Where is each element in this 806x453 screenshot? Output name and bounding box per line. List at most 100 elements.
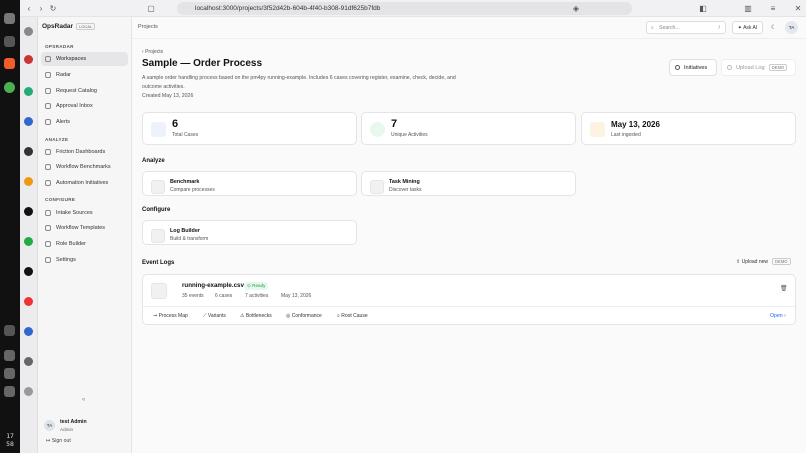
page-title: Sample — Order Process bbox=[142, 58, 263, 69]
vertical-tabs bbox=[20, 17, 38, 453]
reload-icon[interactable]: ↻ bbox=[48, 4, 58, 13]
intake-icon bbox=[45, 210, 51, 216]
benchmark-card[interactable]: Benchmark Compare processes bbox=[142, 171, 357, 196]
back-icon[interactable]: ‹ bbox=[24, 4, 34, 13]
stat-label: Last ingested bbox=[611, 132, 641, 138]
initiatives-icon bbox=[675, 65, 680, 70]
tab-favicon[interactable] bbox=[24, 27, 33, 36]
log-builder-icon bbox=[151, 229, 165, 243]
stat-value: 7 bbox=[391, 118, 398, 130]
open-log-link[interactable]: Open › bbox=[770, 313, 786, 319]
collapse-sidebar-icon[interactable]: « bbox=[82, 397, 85, 403]
chrome-icon[interactable] bbox=[4, 82, 15, 93]
page-description: A sample order handling process based on… bbox=[142, 75, 456, 90]
sidebar-item-automation-initiatives[interactable]: Automation Initiatives bbox=[41, 176, 128, 190]
split-view-icon[interactable]: ▥ bbox=[743, 4, 753, 13]
terminal-icon[interactable] bbox=[4, 36, 15, 47]
demo-badge: DEMO bbox=[772, 258, 791, 265]
extensions-icon[interactable]: ◧ bbox=[698, 4, 708, 13]
sidebar-item-workflow-templates[interactable]: Workflow Templates bbox=[41, 221, 128, 235]
stat-card-unique-activities: 7 Unique Activities bbox=[361, 112, 576, 145]
forward-icon[interactable]: › bbox=[36, 4, 46, 13]
role-icon bbox=[45, 241, 51, 247]
tab-favicon[interactable] bbox=[24, 177, 33, 186]
sidebar-item-radar[interactable]: Radar bbox=[41, 68, 128, 82]
tab-favicon[interactable] bbox=[24, 147, 33, 156]
check-circle-icon bbox=[370, 122, 385, 137]
bookmark-icon[interactable]: ▢ bbox=[146, 4, 156, 13]
upload-new-button[interactable]: ⇪ Upload new DEMO bbox=[736, 258, 791, 265]
search-icon: ⌕ bbox=[651, 25, 654, 31]
network-icon bbox=[4, 350, 15, 361]
tab-favicon[interactable] bbox=[24, 207, 33, 216]
section-configure: CONFIGURE bbox=[45, 197, 76, 202]
log-activities: 7 activities bbox=[245, 293, 269, 299]
tab-favicon[interactable] bbox=[24, 117, 33, 126]
menu-icon[interactable]: ≡ bbox=[768, 4, 778, 13]
event-logs-heading: Event Logs bbox=[142, 260, 175, 266]
tab-favicon[interactable] bbox=[24, 327, 33, 336]
avatar: TA bbox=[44, 420, 55, 431]
variants-link[interactable]: ⟋ Variants bbox=[203, 313, 226, 319]
app-icon[interactable] bbox=[4, 13, 15, 24]
tab-favicon[interactable] bbox=[24, 297, 33, 306]
new-tab-icon[interactable] bbox=[24, 387, 33, 396]
dashboard-icon bbox=[45, 149, 51, 155]
log-file-name[interactable]: running-example.csv bbox=[182, 282, 244, 289]
breadcrumb[interactable]: Projects bbox=[138, 24, 158, 30]
local-badge: LOCAL bbox=[76, 23, 96, 30]
volume-icon bbox=[4, 386, 15, 397]
task-mining-card[interactable]: Task Mining Discover tasks bbox=[361, 171, 576, 196]
sidebar-item-intake-sources[interactable]: Intake Sources bbox=[41, 206, 128, 220]
page-header: Projects ⌕ Search... / ✦ Ask AI ☾ TA bbox=[132, 17, 806, 39]
sidebar-item-alerts[interactable]: Alerts bbox=[41, 115, 128, 129]
bottlenecks-link[interactable]: ⚠ Bottlenecks bbox=[240, 313, 272, 319]
sidebar-item-workspaces[interactable]: Workspaces bbox=[41, 52, 128, 66]
user-profile[interactable]: TA test Admin Admin bbox=[44, 419, 124, 439]
brand[interactable]: OpsRadar LOCAL bbox=[42, 23, 96, 30]
delete-icon[interactable]: 🗑 bbox=[780, 285, 788, 292]
event-log-card: running-example.csv ⊙ Ready 35 events 6 … bbox=[142, 274, 796, 325]
sidebar-item-workflow-benchmarks[interactable]: Workflow Benchmarks bbox=[41, 160, 128, 174]
sidebar-item-role-builder[interactable]: Role Builder bbox=[41, 237, 128, 251]
inbox-icon bbox=[45, 103, 51, 109]
tab-favicon[interactable] bbox=[24, 55, 33, 64]
back-to-projects-link[interactable]: ‹ Projects bbox=[142, 49, 163, 55]
upload-log-button[interactable]: Upload Log DEMO bbox=[721, 59, 796, 76]
trash-icon[interactable] bbox=[4, 325, 15, 336]
sidebar-item-settings[interactable]: Settings bbox=[41, 253, 128, 267]
tab-favicon[interactable] bbox=[24, 357, 33, 366]
sidebar-item-friction-dashboards[interactable]: Friction Dashboards bbox=[41, 145, 128, 159]
log-builder-card[interactable]: Log Builder Build & transform bbox=[142, 220, 357, 245]
close-window-icon[interactable]: ✕ bbox=[793, 4, 803, 13]
root-cause-link[interactable]: ⌕ Root Cause bbox=[337, 313, 368, 319]
tab-favicon[interactable] bbox=[24, 87, 33, 96]
sidebar-item-request-catalog[interactable]: Request Catalog bbox=[41, 84, 128, 98]
conformance-link[interactable]: ◎ Conformance bbox=[286, 313, 322, 319]
section-analyze: ANALYZE bbox=[45, 137, 69, 142]
header-avatar[interactable]: TA bbox=[785, 21, 798, 34]
stat-card-total-cases: 6 Total Cases bbox=[142, 112, 357, 145]
tab-favicon[interactable] bbox=[24, 267, 33, 276]
brave-icon[interactable] bbox=[4, 58, 15, 69]
brave-shield-icon[interactable]: ◈ bbox=[571, 4, 581, 13]
sidebar-item-approval-inbox[interactable]: Approval Inbox bbox=[41, 99, 128, 113]
stat-card-last-ingested: May 13, 2026 Last ingested bbox=[581, 112, 796, 145]
log-date: May 13, 2026 bbox=[281, 293, 312, 299]
sign-out-link[interactable]: ↦ Sign out bbox=[46, 438, 71, 444]
theme-toggle-icon[interactable]: ☾ bbox=[771, 24, 776, 31]
ask-ai-button[interactable]: ✦ Ask AI bbox=[732, 21, 763, 34]
benchmark-icon bbox=[45, 164, 51, 170]
clock-hour: 17 bbox=[6, 432, 14, 440]
tab-favicon[interactable] bbox=[24, 237, 33, 246]
created-date: Created May 13, 2026 bbox=[142, 93, 194, 99]
initiatives-button[interactable]: Initiatives bbox=[669, 59, 717, 76]
stat-label: Unique Activities bbox=[391, 132, 428, 138]
stat-value: May 13, 2026 bbox=[611, 120, 660, 129]
search-input[interactable]: ⌕ Search... / bbox=[646, 21, 726, 34]
card-title: Task Mining bbox=[389, 179, 420, 185]
address-bar[interactable]: localhost:3000/projects/3f52d42b-604b-4f… bbox=[177, 2, 632, 15]
process-map-link[interactable]: ⇝ Process Map bbox=[153, 313, 188, 319]
user-role: Admin bbox=[60, 427, 74, 432]
bluetooth-icon bbox=[4, 368, 15, 379]
